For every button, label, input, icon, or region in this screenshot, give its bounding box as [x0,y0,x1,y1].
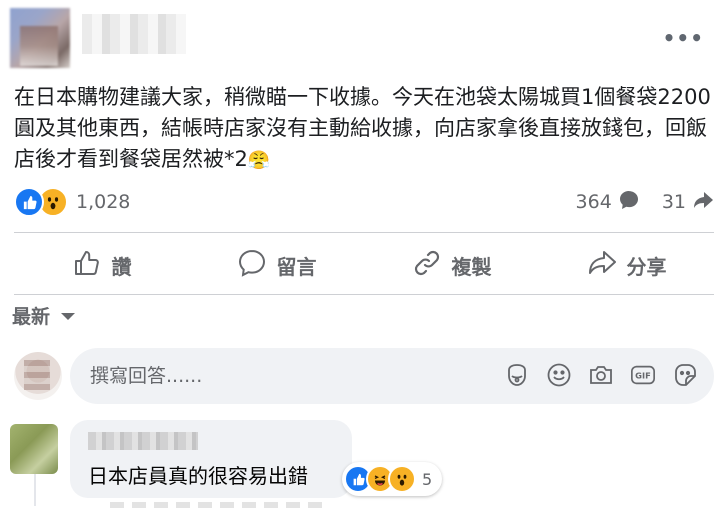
post-text: 在日本購物建議大家，稍微瞄一下收據。今天在池袋太陽城買1個餐袋2200圓及其他東… [14,82,714,176]
reaction-count[interactable]: 1,028 [76,191,130,213]
emoji-icon[interactable] [546,362,572,388]
author-name-blurred[interactable] [82,14,186,54]
wow-icon [388,465,416,493]
share-arrow-icon [692,189,714,216]
comment-button[interactable]: 留言 [189,236,364,294]
share-count: 31 [661,191,686,213]
comment-reactions[interactable]: 5 [342,462,443,496]
gif-icon[interactable]: GIF [630,362,656,388]
comment-composer[interactable]: GIF [70,348,714,404]
svg-text:GIF: GIF [635,371,651,381]
camera-icon[interactable] [588,362,614,388]
comment-bubble-icon [618,189,640,216]
share-arrow-icon [587,248,617,283]
share-count-group[interactable]: 31 [662,189,714,216]
comment-bubble-icon [237,248,267,283]
like-button[interactable]: 讚 [14,236,189,294]
author-avatar[interactable] [10,8,70,68]
caret-down-icon [60,305,76,327]
divider-top [14,232,714,233]
comment-reaction-count: 5 [422,469,433,489]
like-icon [14,187,44,217]
copy-link-button[interactable]: 複製 [364,236,539,294]
comment-count-group[interactable]: 364 [576,189,640,216]
comment-input[interactable] [88,364,472,388]
current-user-avatar[interactable] [14,352,62,400]
composer-tools: GIF [504,362,698,388]
engagement-stats: 364 31 [562,186,714,218]
triumph-emoji-icon: 😤 [247,150,271,171]
more-options-icon[interactable]: ••• [663,26,704,50]
comment-sort-dropdown[interactable]: 最新 [12,302,76,329]
sort-label: 最新 [12,306,51,328]
comment-text: 日本店員真的很容易出錯 [88,464,308,488]
avatar-sticker-icon[interactable] [504,362,530,388]
share-button[interactable]: 分享 [539,236,714,294]
comment-count: 364 [575,191,612,213]
like-button-label: 讚 [111,254,132,279]
post-body: 在日本購物建議大家，稍微瞄一下收據。今天在池袋太陽城買1個餐袋2200圓及其他東… [14,85,711,171]
share-button-label: 分享 [626,254,667,279]
reaction-summary[interactable]: 1,028 [14,186,130,218]
sticker-icon[interactable] [672,362,698,388]
copy-link-label: 複製 [451,254,492,279]
post-action-bar: 讚 留言 複製 分享 [14,236,714,294]
thumbs-up-icon [72,248,102,283]
commenter-avatar[interactable] [10,424,58,506]
divider-bottom [14,294,714,295]
comment-button-label: 留言 [276,254,317,279]
next-comment-blurred [110,502,330,508]
link-icon [412,248,442,283]
commenter-name-blurred[interactable] [88,432,198,450]
